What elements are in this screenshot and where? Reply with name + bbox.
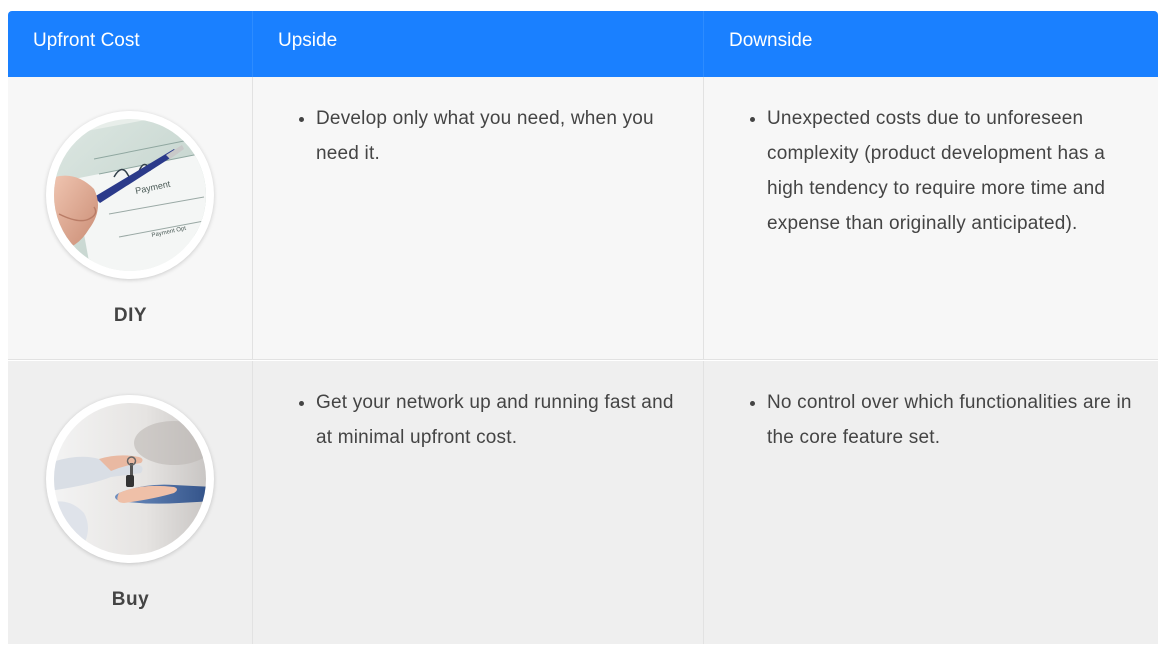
table-row-diy: Payment Payment Opt DIY Develop only wha… bbox=[8, 77, 1158, 360]
downside-cell: No control over which functionalities ar… bbox=[704, 361, 1158, 644]
upside-cell: Get your network up and running fast and… bbox=[253, 361, 704, 644]
header-upside: Upside bbox=[253, 11, 704, 77]
downside-list: Unexpected costs due to unforeseen compl… bbox=[750, 101, 1140, 241]
table-row-buy: Buy Get your network up and running fast… bbox=[8, 361, 1158, 644]
list-item: Get your network up and running fast and… bbox=[299, 385, 684, 455]
option-label-diy: DIY bbox=[113, 305, 148, 326]
upside-list: Develop only what you need, when you nee… bbox=[299, 101, 684, 171]
option-cell: Buy bbox=[8, 361, 253, 644]
option-cell: Payment Payment Opt DIY bbox=[8, 77, 253, 359]
table-header: Upfront Cost Upside Downside bbox=[8, 11, 1158, 83]
list-item: Unexpected costs due to unforeseen compl… bbox=[750, 101, 1140, 241]
option-label-buy: Buy bbox=[111, 589, 150, 610]
list-item: No control over which functionalities ar… bbox=[750, 385, 1140, 455]
comparison-table: Upfront Cost Upside Downside Payment Pay… bbox=[8, 11, 1158, 644]
key-handover-photo bbox=[46, 395, 214, 563]
header-downside: Downside bbox=[729, 30, 813, 51]
list-item: Develop only what you need, when you nee… bbox=[299, 101, 684, 171]
downside-list: No control over which functionalities ar… bbox=[750, 385, 1140, 455]
upside-cell: Develop only what you need, when you nee… bbox=[253, 77, 704, 359]
upside-list: Get your network up and running fast and… bbox=[299, 385, 684, 455]
check-signing-photo: Payment Payment Opt bbox=[46, 111, 214, 279]
downside-cell: Unexpected costs due to unforeseen compl… bbox=[704, 77, 1158, 359]
header-upfront-cost: Upfront Cost bbox=[8, 11, 253, 77]
